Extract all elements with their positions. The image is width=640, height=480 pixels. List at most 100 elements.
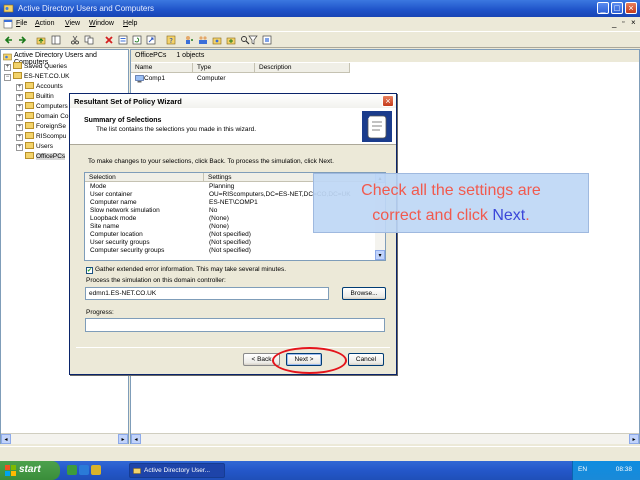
refresh-icon[interactable] xyxy=(132,35,142,45)
computer-icon xyxy=(135,75,144,83)
delete-icon[interactable] xyxy=(104,35,114,45)
details-title-bar: OfficePCs 1 objects xyxy=(131,50,639,62)
cut-icon[interactable] xyxy=(70,35,80,45)
taskbar-item-active-directory[interactable]: Active Directory User... xyxy=(129,463,225,478)
up-folder-icon[interactable] xyxy=(36,35,46,45)
new-group-icon[interactable] xyxy=(198,35,208,45)
menu-file[interactable]: File xyxy=(16,20,27,27)
add-to-group-icon[interactable] xyxy=(226,35,236,45)
scroll-down-icon[interactable]: ▾ xyxy=(375,250,385,260)
browse-button[interactable]: Browse... xyxy=(342,287,386,300)
expand-icon[interactable]: + xyxy=(4,64,11,71)
copy-icon[interactable] xyxy=(84,35,94,45)
export-list-icon[interactable] xyxy=(146,35,156,45)
collapse-icon[interactable]: − xyxy=(4,74,11,81)
callout-highlight: Next xyxy=(492,207,526,224)
dialog-close-button[interactable]: × xyxy=(382,95,394,107)
tree-item-domain-controllers[interactable]: + Domain Co xyxy=(16,112,69,122)
child-restore-button[interactable]: ▫ xyxy=(622,19,624,26)
tree-item-riscomputers[interactable]: + RIScompu xyxy=(16,132,66,142)
menu-action[interactable]: Action xyxy=(35,20,54,27)
status-bar xyxy=(0,446,640,460)
tree-item-officepcs[interactable]: OfficePCs xyxy=(25,152,66,162)
show-tree-icon[interactable] xyxy=(51,35,61,45)
gather-error-info-checkbox[interactable]: ✔ xyxy=(86,267,93,274)
progress-bar xyxy=(85,318,385,332)
object-count: 1 objects xyxy=(176,52,205,59)
child-minimize-button[interactable]: _ xyxy=(612,19,616,28)
tree-item-users[interactable]: + Users xyxy=(16,142,53,152)
new-ou-icon[interactable] xyxy=(212,35,222,45)
child-close-button[interactable]: × xyxy=(631,18,636,27)
window-menu-icon[interactable] xyxy=(3,19,13,29)
start-button[interactable]: start xyxy=(0,461,60,480)
expand-icon[interactable]: + xyxy=(16,114,23,121)
tree-item-builtin[interactable]: + Builtin xyxy=(16,92,54,102)
wizard-instruction: To make changes to your selections, clic… xyxy=(88,158,334,165)
expand-icon[interactable]: + xyxy=(16,144,23,151)
filter-icon[interactable] xyxy=(248,35,258,45)
column-header-selection[interactable]: Selection xyxy=(85,173,204,182)
clock[interactable]: 08:38 xyxy=(616,466,632,473)
tree-item-saved-queries[interactable]: + Saved Queries xyxy=(4,62,67,72)
rsop-wizard-dialog: Resultant Set of Policy Wizard × Summary… xyxy=(69,93,397,375)
tree-root-label[interactable]: Active Directory Users and Computers xyxy=(1,50,128,66)
expand-icon[interactable]: + xyxy=(16,104,23,111)
column-header-description[interactable]: Description xyxy=(255,63,350,73)
toolbar: ? xyxy=(0,31,640,48)
menu-window[interactable]: Window xyxy=(89,20,114,27)
tree-item-domain[interactable]: − ES-NET.CO.UK xyxy=(4,72,70,82)
forward-arrow-icon[interactable] xyxy=(17,35,27,45)
tree-horizontal-scrollbar[interactable]: ◂ ▸ xyxy=(1,433,128,444)
column-header-type[interactable]: Type xyxy=(193,63,255,73)
language-indicator[interactable]: EN xyxy=(578,466,587,473)
tree-item-accounts[interactable]: + Accounts xyxy=(16,82,63,92)
folder-icon xyxy=(25,92,34,99)
close-button[interactable]: × xyxy=(625,2,637,14)
dialog-divider xyxy=(76,347,390,348)
wizard-subheading: The list contains the selections you mad… xyxy=(96,126,257,133)
expand-icon[interactable]: + xyxy=(16,84,23,91)
tree-item-computers[interactable]: + Computers xyxy=(16,102,68,112)
scroll-left-icon[interactable]: ◂ xyxy=(1,434,11,444)
window-title: Active Directory Users and Computers xyxy=(18,4,155,13)
back-arrow-icon[interactable] xyxy=(4,35,14,45)
taskbar: start Active Directory User... EN 08:38 xyxy=(0,461,640,480)
scroll-left-icon[interactable]: ◂ xyxy=(131,434,141,444)
explorer-icon[interactable] xyxy=(91,465,101,475)
domain-controller-field[interactable]: edmn1.ES-NET.CO.UK xyxy=(85,287,329,300)
details-horizontal-scrollbar[interactable]: ◂ ▸ xyxy=(131,433,639,444)
folder-icon xyxy=(25,152,34,159)
properties-icon[interactable] xyxy=(118,35,128,45)
folder-icon xyxy=(25,112,34,119)
callout-line-2: correct and click Next. xyxy=(372,207,530,224)
internet-explorer-icon[interactable] xyxy=(79,465,89,475)
progress-label: Progress: xyxy=(86,309,114,316)
domain-controller-label: Process the simulation on this domain co… xyxy=(86,277,226,284)
new-user-icon[interactable] xyxy=(184,35,194,45)
expand-icon[interactable]: + xyxy=(16,94,23,101)
minimize-button[interactable]: _ xyxy=(597,2,609,14)
column-header-name[interactable]: Name xyxy=(131,63,193,73)
callout-line-1: Check all the settings are xyxy=(361,182,541,199)
help-icon[interactable]: ? xyxy=(166,35,176,45)
domain-icon xyxy=(13,72,22,79)
expand-icon[interactable]: + xyxy=(16,134,23,141)
tree-item-foreign-security[interactable]: + ForeignSe xyxy=(16,122,66,132)
gather-error-info-option[interactable]: ✔ Gather extended error information. This… xyxy=(86,266,286,274)
expand-icon[interactable]: + xyxy=(16,124,23,131)
main-title-bar[interactable]: Active Directory Users and Computers _ □… xyxy=(0,0,640,17)
show-desktop-icon[interactable] xyxy=(67,465,77,475)
dialog-title-bar[interactable]: Resultant Set of Policy Wizard × xyxy=(70,94,396,108)
scroll-right-icon[interactable]: ▸ xyxy=(629,434,639,444)
start-label: start xyxy=(19,464,41,475)
add-to-group-alt-icon[interactable] xyxy=(262,35,272,45)
menu-help[interactable]: Help xyxy=(123,20,137,27)
tutorial-callout: Check all the settings are correct and c… xyxy=(313,173,589,233)
scroll-right-icon[interactable]: ▸ xyxy=(118,434,128,444)
maximize-button[interactable]: □ xyxy=(611,2,623,14)
next-button-highlight-ring xyxy=(272,347,347,374)
cancel-button[interactable]: Cancel xyxy=(348,353,384,366)
menu-view[interactable]: View xyxy=(65,20,80,27)
wizard-heading: Summary of Selections xyxy=(84,117,162,124)
